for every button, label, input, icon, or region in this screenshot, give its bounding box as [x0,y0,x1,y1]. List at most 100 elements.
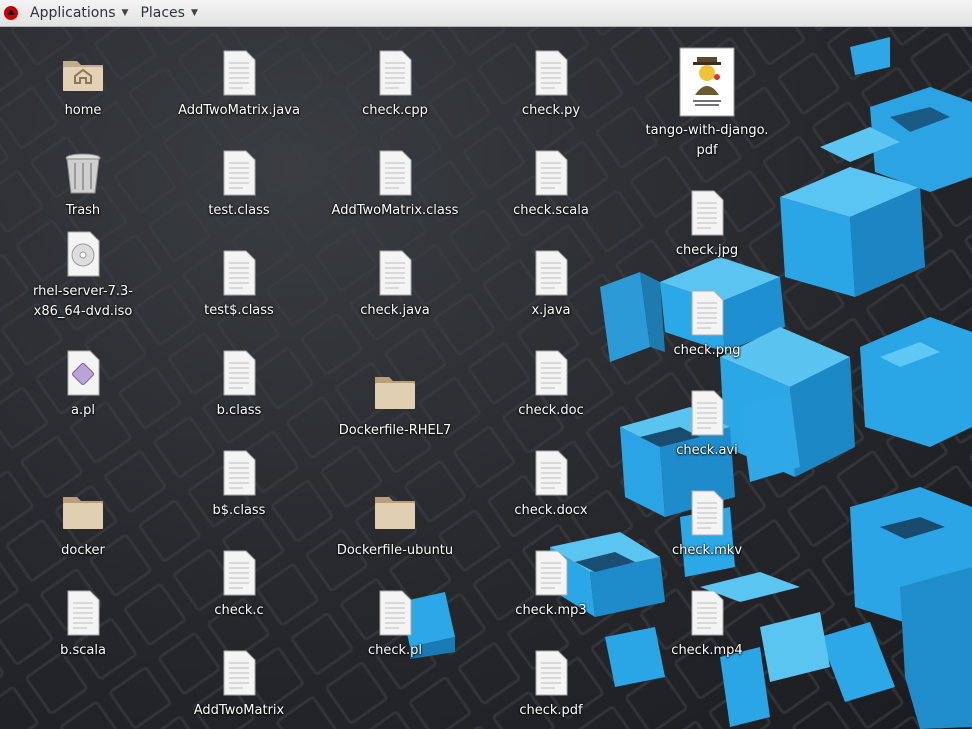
icon-label: home [64,103,102,118]
desktop-icon-check-pdf[interactable]: check.pdf [476,649,626,721]
disc-image-icon [67,231,100,277]
desktop-icon-home[interactable]: home [8,49,158,121]
desktop-icon-x-java[interactable]: x.java [476,249,626,321]
text-file-icon [223,350,256,396]
pdf-thumbnail-icon [679,47,735,117]
desktop-icon-check-mp3[interactable]: check.mp3 [476,549,626,621]
text-file-icon [379,150,412,196]
desktop-icon-check-mp4[interactable]: check.mp4 [632,589,782,661]
desktop-icon-check-docx[interactable]: check.docx [476,449,626,521]
text-file-icon [223,250,256,296]
desktop-icon-check-png[interactable]: check.png [632,289,782,361]
applications-menu-label: Applications [30,5,116,21]
icon-label: check.scala [513,203,589,218]
desktop-icon-docker[interactable]: docker [8,489,158,561]
desktop-icon-a-pl[interactable]: a.pl [8,349,158,421]
folder-icon [63,497,103,529]
text-file-icon [67,590,100,636]
icon-label: check.mp4 [671,643,743,658]
desktop-icon-dockerfile-rhel7[interactable]: Dockerfile-RHEL7 [320,369,470,441]
desktop-icon-check-scala[interactable]: check.scala [476,149,626,221]
script-file-icon [67,350,100,396]
icon-label: check.c [214,603,264,618]
desktop-icon-check-pl[interactable]: check.pl [320,589,470,661]
folder-icon [375,497,415,529]
icon-label: test.class [208,203,270,218]
icon-label: a.pl [71,403,95,418]
desktop-icon-check-jpg[interactable]: check.jpg [632,189,782,261]
places-menu[interactable]: Places ▼ [134,0,203,27]
icon-label: check.docx [514,503,588,518]
desktop-icon-addtwomatrix-class[interactable]: AddTwoMatrix.class [320,149,470,221]
applications-menu[interactable]: Applications ▼ [24,0,134,27]
text-file-icon [223,450,256,496]
text-file-icon [691,290,724,336]
icon-label: AddTwoMatrix.java [178,103,300,118]
chevron-down-icon: ▼ [121,8,129,18]
icon-label: check.jpg [675,243,739,258]
icon-label: tango-with-django. pdf [645,123,769,158]
icon-label: check.avi [676,443,738,458]
icon-label: AddTwoMatrix.class [331,203,459,218]
text-file-icon [535,550,568,596]
text-file-icon [223,150,256,196]
icon-label: Trash [65,203,101,218]
trash-icon [65,153,101,194]
desktop-icon-addtwomatrix-java[interactable]: AddTwoMatrix.java [164,49,314,121]
icon-label: check.py [521,103,581,118]
icon-label: check.cpp [362,103,428,118]
icon-label: check.pdf [519,703,583,718]
desktop-icon-test-dollar-class[interactable]: test$.class [164,249,314,321]
text-file-icon [535,150,568,196]
desktop-icon-tango-pdf[interactable]: tango-with-django. pdf [632,47,782,161]
desktop-icon-dockerfile-ubuntu[interactable]: Dockerfile-ubuntu [320,489,470,561]
icon-label: Dockerfile-ubuntu [336,543,454,558]
icon-label: check.mkv [671,543,743,558]
desktop-icon-test-class[interactable]: test.class [164,149,314,221]
folder-icon [375,377,415,409]
icon-label: AddTwoMatrix [193,703,285,718]
text-file-icon [535,450,568,496]
text-file-icon [691,190,724,236]
places-menu-label: Places [140,5,185,21]
text-file-icon [535,50,568,96]
icon-label: Dockerfile-RHEL7 [338,423,452,438]
desktop-icon-check-cpp[interactable]: check.cpp [320,49,470,121]
desktop-icon-check-c[interactable]: check.c [164,549,314,621]
icon-label: b.scala [60,643,106,658]
desktop-icon-addtwomatrix[interactable]: AddTwoMatrix [164,649,314,721]
icon-label: check.png [673,343,741,358]
text-file-icon [535,650,568,696]
text-file-icon [223,50,256,96]
text-file-icon [691,390,724,436]
top-panel: Applications ▼ Places ▼ [0,0,972,27]
icon-label: b.class [216,403,262,418]
text-file-icon [691,590,724,636]
desktop-icon-check-doc[interactable]: check.doc [476,349,626,421]
text-file-icon [535,250,568,296]
desktop-icon-b-dollar-class[interactable]: b$.class [164,449,314,521]
text-file-icon [535,350,568,396]
desktop-icon-check-mkv[interactable]: check.mkv [632,489,782,561]
icon-label: check.doc [518,403,584,418]
icon-label: rhel-server-7.3- x86_64-dvd.iso [32,284,134,319]
text-file-icon [691,490,724,536]
desktop-icon-rhel-iso[interactable]: rhel-server-7.3- x86_64-dvd.iso [8,230,158,322]
desktop-icon-check-avi[interactable]: check.avi [632,389,782,461]
home-folder-icon [63,61,103,91]
icon-label: check.pl [367,643,423,658]
text-file-icon [379,250,412,296]
desktop-icon-check-java[interactable]: check.java [320,249,470,321]
desktop-icon-b-scala[interactable]: b.scala [8,589,158,661]
chevron-down-icon: ▼ [190,8,198,18]
text-file-icon [379,590,412,636]
text-file-icon [379,50,412,96]
icon-label: check.mp3 [515,603,587,618]
desktop-icon-b-class[interactable]: b.class [164,349,314,421]
icon-label: x.java [531,303,571,318]
redhat-logo-icon[interactable] [4,6,18,20]
icon-label: docker [61,543,105,558]
desktop-icon-trash[interactable]: Trash [8,149,158,221]
desktop-icon-check-py[interactable]: check.py [476,49,626,121]
desktop[interactable]: home Trash rhel-server-7.3- x86_64-dvd.i… [0,27,972,729]
